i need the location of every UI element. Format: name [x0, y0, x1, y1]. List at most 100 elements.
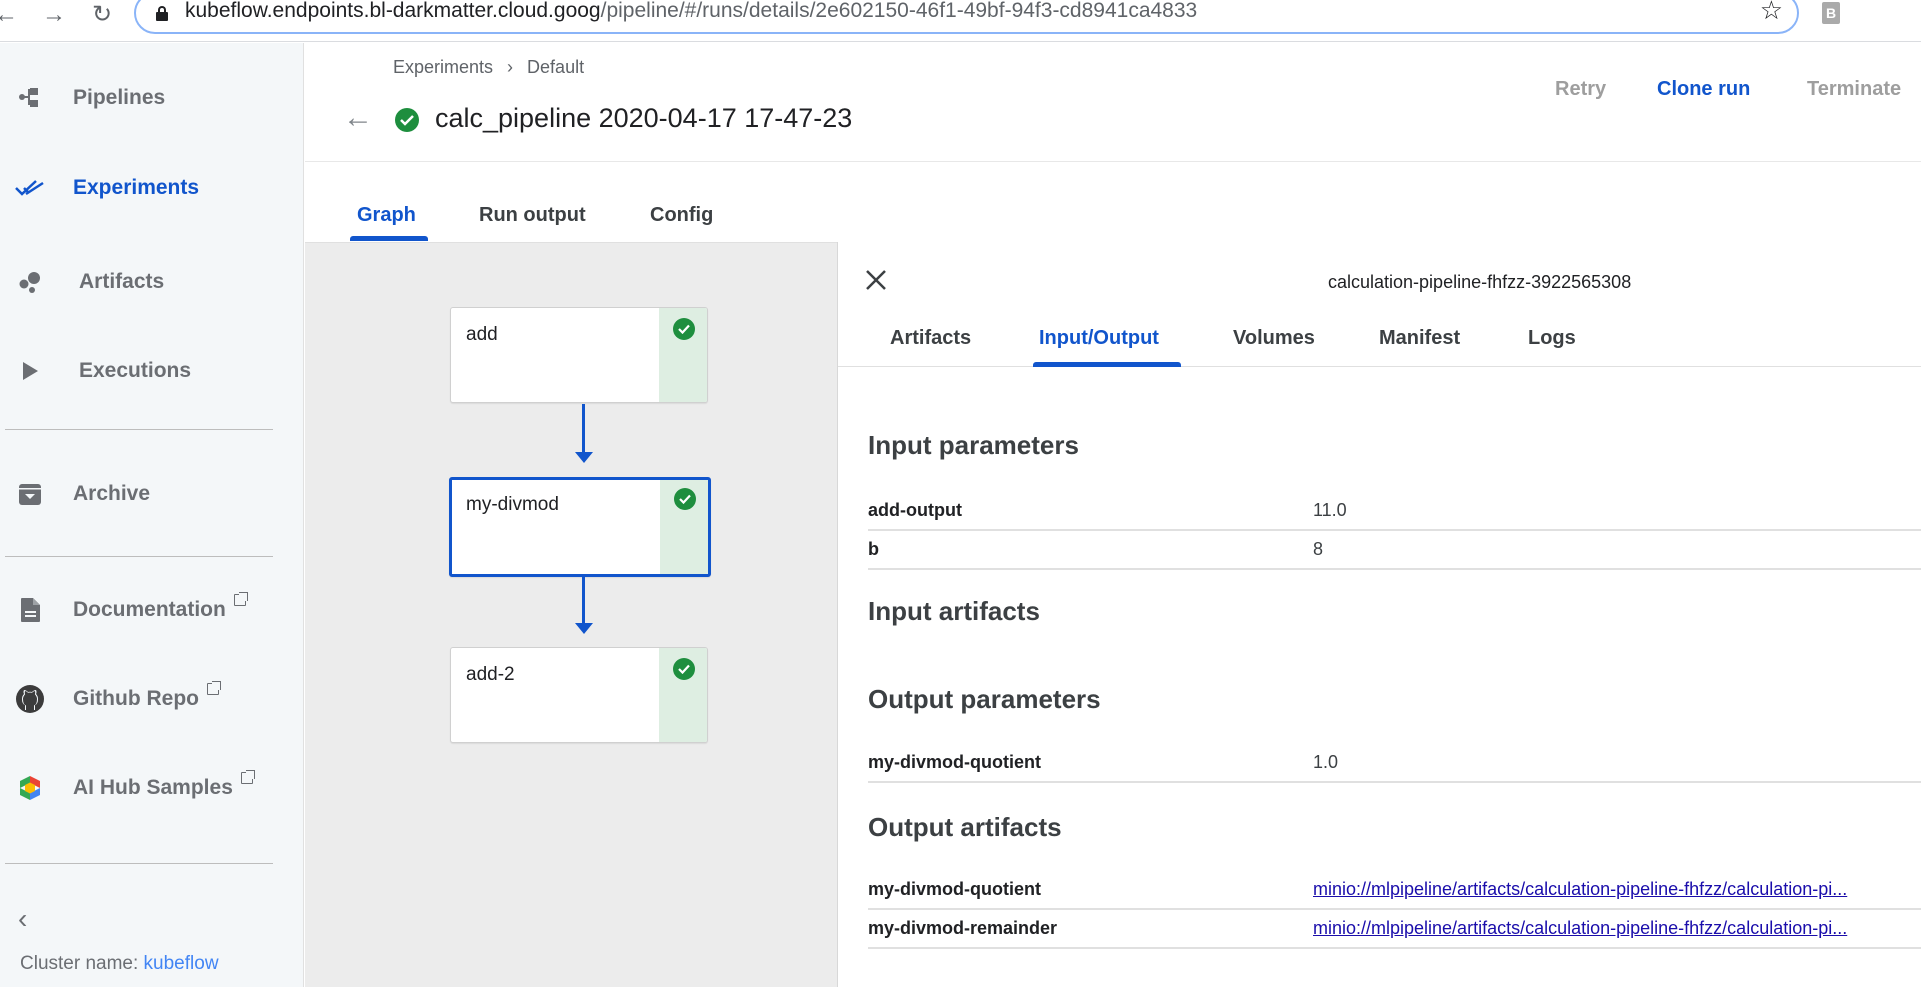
output-parameters-heading: Output parameters [868, 684, 1101, 714]
breadcrumb-separator: › [507, 57, 514, 77]
back-arrow-icon[interactable]: ← [343, 103, 373, 133]
artifact-key: my-divmod-quotient [868, 879, 1041, 899]
sidebar-item-github-repo[interactable]: Github Repo [0, 674, 300, 724]
artifact-link[interactable]: minio://mlpipeline/artifacts/calculation… [1313, 879, 1908, 900]
page-header: Experiments › Default ← calc_pipeline 2020… [305, 43, 1921, 162]
tab-logs[interactable]: Logs [1528, 327, 1576, 350]
panel-title: calculation-pipeline-fhfzz-3922565308 [1328, 272, 1632, 292]
parameter-key: my-divmod-quotient [868, 752, 1041, 772]
cluster-name-link[interactable]: kubeflow [144, 953, 219, 974]
tab-manifest[interactable]: Manifest [1379, 327, 1460, 350]
bookmark-star-icon[interactable]: ☆ [1760, 0, 1783, 26]
sidebar-item-label: Artifacts [79, 270, 165, 293]
sidebar-item-label: AI Hub Samples [73, 770, 255, 800]
node-status [660, 480, 708, 574]
external-link-icon [240, 770, 255, 784]
cluster-label: Cluster name: [20, 953, 144, 974]
retry-button[interactable]: Retry [1555, 78, 1606, 101]
parameter-value: 11.0 [1313, 500, 1347, 520]
extension-icon[interactable]: B [1822, 2, 1840, 24]
parameter-key: add-output [868, 500, 962, 520]
terminate-button[interactable]: Terminate [1807, 78, 1901, 101]
input-parameters-heading: Input parameters [868, 430, 1079, 460]
tab-run-output[interactable]: Run output [479, 204, 586, 227]
output-artifacts-heading: Output artifacts [868, 812, 1062, 842]
sidebar-divider [5, 429, 273, 430]
clone-run-button[interactable]: Clone run [1657, 78, 1750, 101]
parameter-key: b [868, 539, 879, 559]
documentation-label: Documentation [73, 598, 226, 621]
success-check-icon [674, 488, 696, 510]
ai-hub-icon [14, 772, 46, 804]
node-label: add-2 [466, 664, 515, 685]
active-tab-indicator [350, 236, 428, 241]
experiments-icon [14, 172, 46, 204]
url-path: /pipeline/#/runs/details/2e602150-46f1-4… [600, 0, 1198, 22]
sidebar: Pipelines Experiments Artifacts Executio… [0, 43, 304, 987]
browser-forward-button[interactable]: → [40, 0, 68, 30]
parameter-row: my-divmod-quotient 1.0 [868, 744, 1921, 783]
executions-icon [14, 355, 46, 387]
artifact-row: my-divmod-remainder minio://mlpipeline/a… [868, 910, 1921, 949]
sidebar-divider [5, 863, 273, 864]
parameter-value: 1.0 [1313, 752, 1339, 772]
address-bar[interactable]: kubeflow.endpoints.bl-darkmatter.cloud.g… [134, 0, 1799, 34]
graph-node-my-divmod[interactable]: my-divmod [449, 477, 711, 577]
pipeline-graph: add my-divmod add-2 [305, 242, 837, 987]
edge-arrowhead [575, 623, 593, 634]
sidebar-divider [5, 556, 273, 557]
sidebar-item-pipelines[interactable]: Pipelines [0, 73, 300, 123]
active-tab-indicator [1033, 362, 1181, 367]
tab-input-output[interactable]: Input/Output [1039, 327, 1159, 350]
sidebar-item-label: Archive [73, 482, 151, 505]
artifact-link[interactable]: minio://mlpipeline/artifacts/calculation… [1313, 918, 1908, 939]
run-tabs: Graph Run output Config [305, 162, 1921, 242]
close-icon[interactable] [864, 268, 888, 292]
url-host: kubeflow.endpoints.bl-darkmatter.cloud.g… [185, 0, 601, 22]
sidebar-item-experiments[interactable]: Experiments [0, 163, 300, 213]
artifact-row: my-divmod-quotient minio://mlpipeline/ar… [868, 871, 1921, 910]
documentation-icon [14, 594, 46, 626]
sidebar-item-label: Pipelines [73, 86, 166, 109]
tab-artifacts[interactable]: Artifacts [890, 327, 971, 350]
url-text[interactable]: kubeflow.endpoints.bl-darkmatter.cloud.g… [185, 0, 1197, 23]
graph-node-add[interactable]: add [450, 307, 708, 403]
sidebar-item-ai-hub-samples[interactable]: AI Hub Samples [0, 763, 300, 813]
browser-toolbar: ← → ↻ kubeflow.endpoints.bl-darkmatter.c… [0, 0, 1921, 42]
panel-tabs: Artifacts Input/Output Volumes Manifest … [838, 302, 1921, 367]
breadcrumb-default[interactable]: Default [527, 57, 584, 77]
pipelines-icon [14, 82, 46, 114]
tab-volumes[interactable]: Volumes [1233, 327, 1315, 350]
browser-reload-button[interactable]: ↻ [88, 0, 116, 30]
page-title: calc_pipeline 2020-04-17 17-47-23 [435, 103, 853, 133]
sidebar-item-label: Executions [79, 359, 192, 382]
success-check-icon [673, 658, 695, 680]
artifacts-icon [14, 266, 46, 298]
external-link-icon [233, 592, 248, 606]
tab-graph[interactable]: Graph [357, 204, 416, 227]
sidebar-item-label: Github Repo [73, 681, 221, 711]
edge-arrowhead [575, 452, 593, 463]
sidebar-item-documentation[interactable]: Documentation [0, 585, 300, 635]
node-label: add [466, 324, 498, 345]
collapse-sidebar-chevron-left-icon[interactable]: ‹ [18, 903, 27, 935]
graph-node-add-2[interactable]: add-2 [450, 647, 708, 743]
node-status [659, 648, 707, 742]
cluster-name-info: Cluster name: kubeflow [20, 953, 219, 975]
tab-config[interactable]: Config [650, 204, 713, 227]
success-check-icon [395, 108, 419, 132]
parameter-row: add-output 11.0 [868, 492, 1921, 531]
archive-icon [14, 478, 46, 510]
sidebar-item-archive[interactable]: Archive [0, 469, 300, 519]
github-repo-label: Github Repo [73, 687, 199, 710]
sidebar-item-artifacts[interactable]: Artifacts [0, 257, 300, 307]
node-status [659, 308, 707, 402]
breadcrumb-experiments[interactable]: Experiments [393, 57, 493, 77]
input-artifacts-heading: Input artifacts [868, 596, 1040, 626]
success-check-icon [673, 318, 695, 340]
lock-icon [156, 6, 168, 21]
browser-back-button[interactable]: ← [0, 0, 20, 30]
external-link-icon [206, 681, 221, 695]
parameter-row: b 8 [868, 531, 1921, 570]
sidebar-item-executions[interactable]: Executions [0, 346, 300, 396]
